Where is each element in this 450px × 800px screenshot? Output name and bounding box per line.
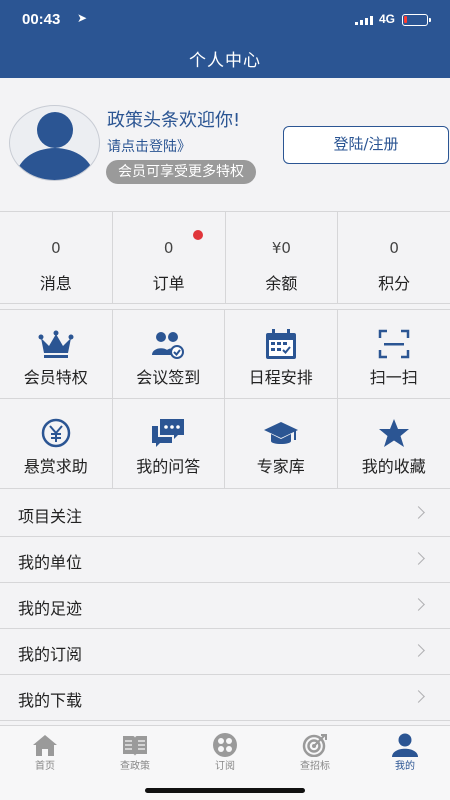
stat-value: 0: [163, 239, 174, 257]
feature-my-favorites[interactable]: 我的收藏: [338, 399, 450, 488]
battery-icon: [402, 14, 431, 26]
list-item-my-footprints[interactable]: 我的足迹: [0, 583, 450, 629]
feature-label: 专家库: [256, 457, 305, 476]
vip-badge: 会员可享受更多特权: [106, 160, 256, 184]
tab-label: 首页: [35, 761, 55, 772]
stat-value: 0: [389, 239, 399, 257]
signal-icon: [355, 15, 373, 25]
chevron-right-icon: [412, 644, 425, 657]
chevron-right-icon: [412, 506, 425, 519]
stat-balance[interactable]: ¥0 余额: [226, 212, 339, 303]
tab-subscribe[interactable]: 订阅: [180, 730, 270, 774]
group-check-icon: [152, 332, 185, 359]
chevron-right-icon: [412, 690, 425, 703]
feature-label: 我的收藏: [361, 457, 426, 476]
scan-icon: [378, 329, 409, 359]
tab-policy[interactable]: 查政策: [90, 730, 180, 774]
graduation-cap-icon: [263, 422, 298, 444]
battery-level: [404, 16, 407, 23]
home-icon: [33, 735, 57, 756]
list-item-label: 项目关注: [18, 507, 83, 526]
stat-label: 订单: [152, 274, 185, 293]
stat-orders[interactable]: 0 订单: [113, 212, 226, 303]
menu-list: 项目关注 我的单位 我的足迹 我的订阅 我的下载: [0, 491, 450, 721]
calendar-icon: [265, 329, 296, 359]
list-item-label: 我的足迹: [18, 599, 83, 618]
stat-value: ¥0: [271, 239, 291, 257]
home-indicator[interactable]: [145, 788, 305, 793]
feature-grid: 会员特权 会议签到 日程安排 扫一扫 悬赏求助 我的问答 专家库 我的收藏: [0, 309, 450, 489]
tab-label: 订阅: [215, 761, 235, 772]
feature-label: 日程安排: [248, 368, 313, 387]
feature-label: 悬赏求助: [23, 457, 88, 476]
feature-label: 我的问答: [136, 457, 201, 476]
star-icon: [378, 419, 409, 447]
welcome-text: 政策头条欢迎你!: [107, 110, 241, 131]
book-icon: [123, 736, 147, 756]
stat-label: 消息: [39, 274, 72, 293]
tab-label: 查招标: [300, 761, 330, 772]
list-item-label: 我的单位: [18, 553, 83, 572]
list-item-project-follow[interactable]: 项目关注: [0, 491, 450, 537]
feature-reward-help[interactable]: 悬赏求助: [0, 399, 113, 488]
yen-coin-icon: [41, 418, 70, 448]
feature-label: 扫一扫: [369, 368, 418, 387]
feature-meeting-checkin[interactable]: 会议签到: [112, 310, 225, 399]
stat-label: 积分: [378, 274, 411, 293]
chevron-right-icon: [412, 598, 425, 611]
tab-label: 我的: [395, 761, 415, 772]
tab-mine[interactable]: 我的: [360, 730, 450, 774]
avatar[interactable]: [9, 105, 100, 181]
list-item-label: 我的订阅: [18, 645, 83, 664]
feature-expert-library[interactable]: 专家库: [225, 399, 338, 488]
stat-messages[interactable]: 0 消息: [0, 212, 113, 303]
tab-home[interactable]: 首页: [0, 730, 90, 774]
feature-schedule[interactable]: 日程安排: [225, 310, 338, 399]
network-type: 4G: [379, 12, 396, 26]
stat-label: 余额: [265, 274, 298, 293]
stat-value: 0: [51, 239, 61, 257]
notification-dot: [192, 230, 203, 240]
page-title: 个人中心: [189, 51, 261, 71]
list-item-my-unit[interactable]: 我的单位: [0, 537, 450, 583]
target-icon: [302, 734, 327, 757]
chevron-right-icon: [412, 552, 425, 565]
feature-my-qa[interactable]: 我的问答: [113, 399, 225, 488]
tab-tender[interactable]: 查招标: [270, 730, 360, 774]
feature-label: 会员特权: [23, 368, 88, 387]
subscribe-icon: [213, 733, 237, 757]
list-item-my-downloads[interactable]: 我的下载: [0, 675, 450, 721]
crown-icon: [38, 330, 74, 358]
list-item-label: 我的下载: [18, 691, 83, 710]
feature-vip-privileges[interactable]: 会员特权: [0, 310, 113, 399]
stat-points[interactable]: 0 积分: [338, 212, 450, 303]
tab-label: 查政策: [120, 761, 150, 772]
stats-grid: 0 消息 0 订单 ¥0 余额 0 积分: [0, 211, 450, 304]
login-link[interactable]: 请点击登陆》: [107, 136, 191, 156]
status-time: 00:43: [22, 11, 61, 28]
login-register-button[interactable]: 登陆/注册: [283, 126, 449, 164]
feature-scan[interactable]: 扫一扫: [337, 310, 450, 399]
chat-icon: [152, 419, 185, 447]
list-item-my-subscriptions[interactable]: 我的订阅: [0, 629, 450, 675]
status-bar: 00:43 ➤ 4G: [0, 0, 450, 40]
feature-label: 会议签到: [136, 368, 201, 387]
profile-section: 政策头条欢迎你! 请点击登陆》 会员可享受更多特权 登陆/注册: [0, 78, 450, 210]
location-arrow-icon: ➤: [77, 11, 88, 25]
user-icon: [392, 733, 418, 757]
top-bar: 00:43 ➤ 4G 个人中心: [0, 0, 450, 78]
